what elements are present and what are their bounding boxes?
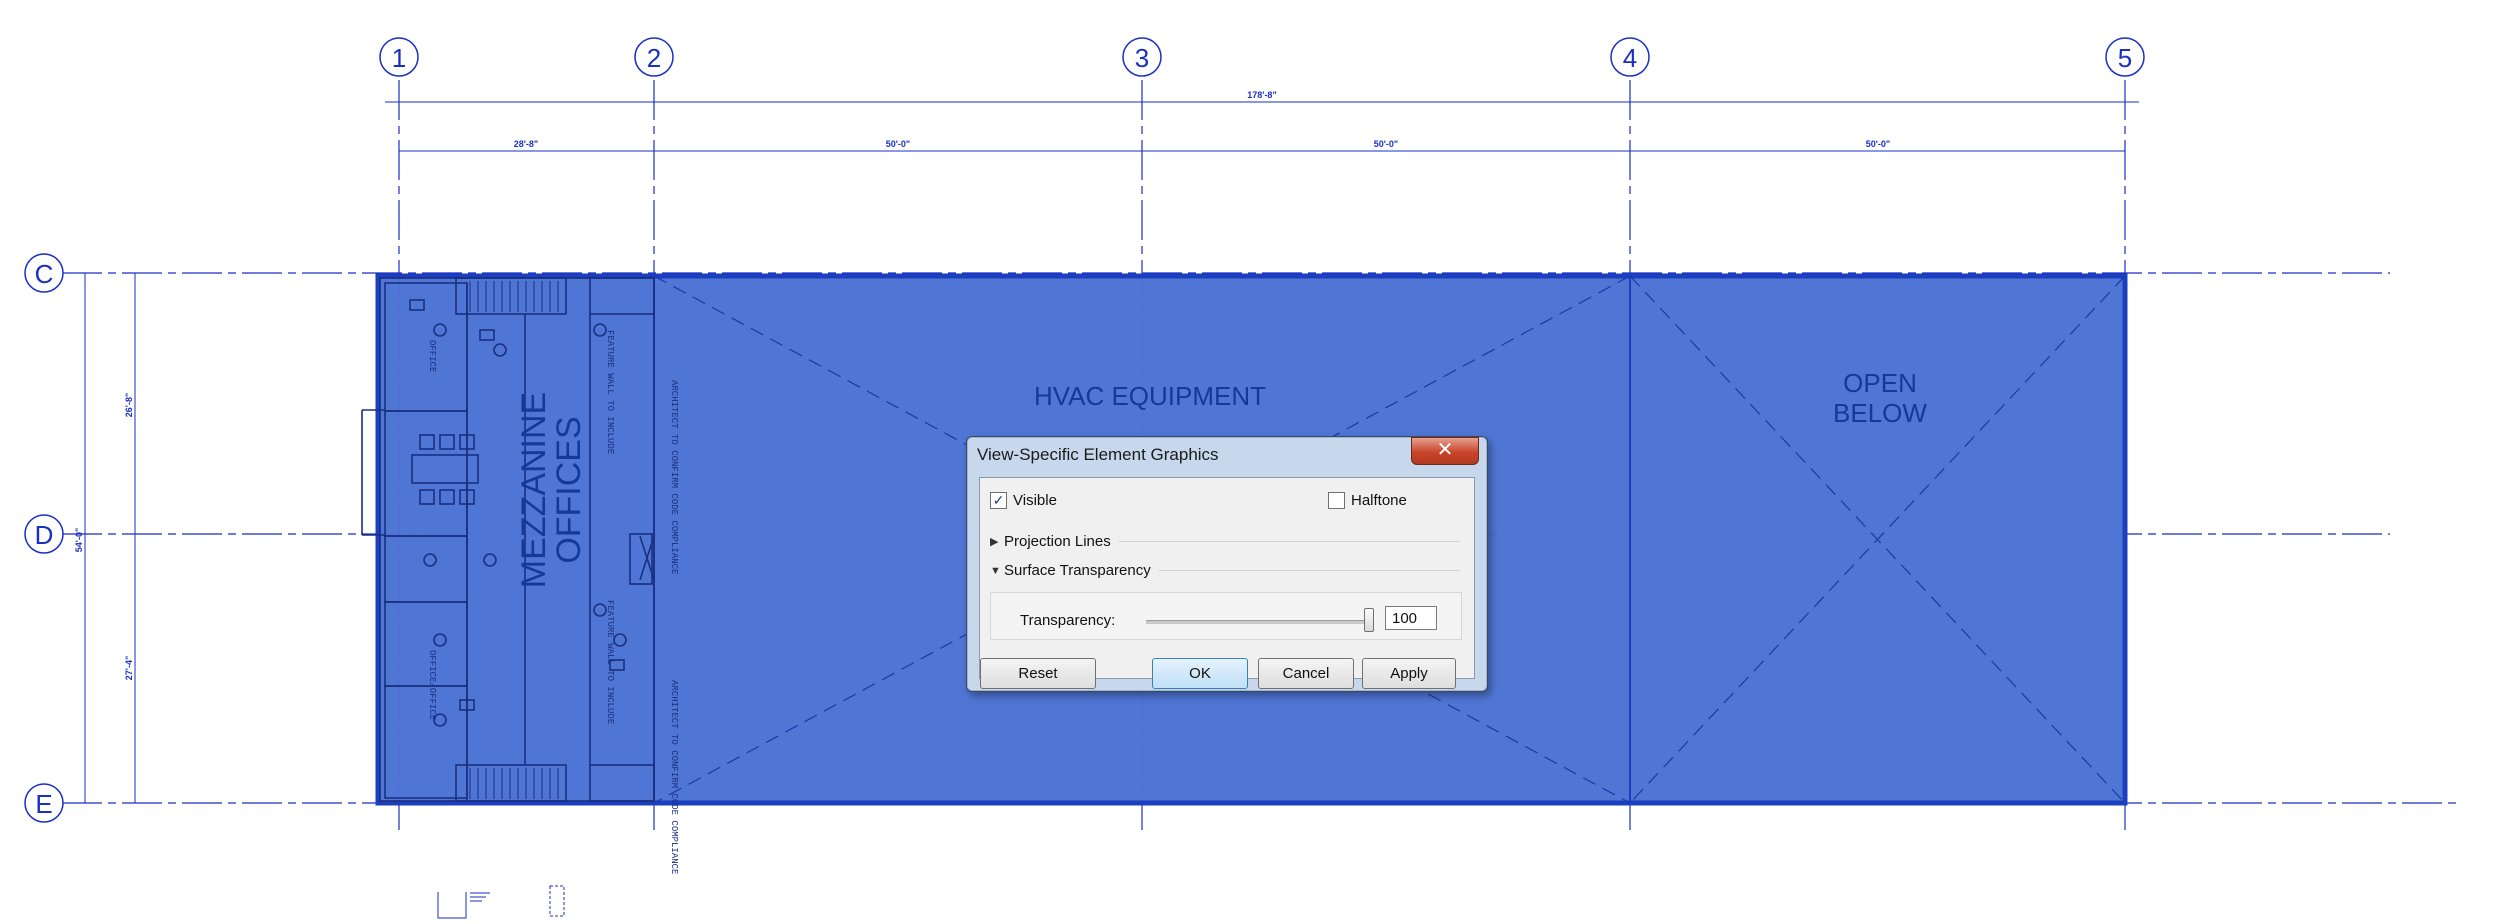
expand-arrow-icon[interactable]: ▶: [990, 535, 1004, 548]
transparency-slider-track[interactable]: [1146, 620, 1370, 624]
bay-dimension-2: 50'-0": [886, 139, 910, 149]
grid-label-c: C: [35, 259, 54, 289]
room-label-hvac: HVAC EQUIPMENT: [1034, 381, 1266, 411]
section-divider: [1158, 570, 1460, 571]
note-compliance-lower: ARCHITECT TO CONFIRM CODE COMPLIANCE: [669, 680, 679, 874]
cancel-button[interactable]: Cancel: [1258, 658, 1354, 689]
view-specific-element-graphics-dialog: View-Specific Element Graphics ✕ ✓ Visib…: [966, 436, 1488, 692]
grid-label-1: 1: [392, 43, 406, 73]
close-button[interactable]: ✕: [1411, 437, 1479, 465]
projection-lines-label: Projection Lines: [1004, 533, 1111, 550]
bay-dimension-4: 50'-0": [1866, 139, 1890, 149]
surface-transparency-section[interactable]: ▼ Surface Transparency: [990, 562, 1460, 579]
grid-label-3: 3: [1135, 43, 1149, 73]
surface-transparency-label: Surface Transparency: [1004, 562, 1151, 579]
overall-dimension-text: 178'-8": [1247, 90, 1276, 100]
visible-checkbox[interactable]: ✓: [990, 492, 1007, 509]
note-feature-wall-lower: FEATURE WALL TO INCLUDE: [605, 600, 615, 724]
ok-button[interactable]: OK: [1152, 658, 1248, 689]
room-label-open-below-2: BELOW: [1833, 398, 1927, 428]
halftone-label: Halftone: [1351, 492, 1407, 509]
dialog-title: View-Specific Element Graphics: [977, 445, 1219, 464]
transparency-label: Transparency:: [1020, 612, 1116, 629]
vertical-dimension-lower-text: 27'-4": [124, 656, 134, 680]
note-office-b: OFFICE/OFFICE: [427, 650, 437, 720]
halftone-checkbox[interactable]: [1328, 492, 1345, 509]
grid-label-5: 5: [2118, 43, 2132, 73]
visible-label: Visible: [1013, 492, 1057, 509]
room-label-mezzanine: MEZZANINE: [515, 392, 553, 588]
reset-button[interactable]: Reset: [980, 658, 1096, 689]
dialog-body: ✓ Visible Halftone ▶ Projection Lines ▼ …: [979, 477, 1475, 689]
note-feature-wall-upper: FEATURE WALL TO INCLUDE: [605, 330, 615, 454]
grid-label-4: 4: [1623, 43, 1637, 73]
grid-label-e: E: [35, 789, 52, 819]
bay-dimension-3: 50'-0": [1374, 139, 1398, 149]
room-label-offices: OFFICES: [550, 416, 588, 563]
vertical-dimension-upper-text: 26'-8": [124, 393, 134, 417]
visible-checkbox-row[interactable]: ✓ Visible: [990, 492, 1057, 509]
collapse-arrow-icon[interactable]: ▼: [990, 565, 1004, 577]
apply-button[interactable]: Apply: [1362, 658, 1456, 689]
grid-label-d: D: [35, 520, 54, 550]
legend-symbols: [437, 885, 565, 919]
note-compliance-upper: ARCHITECT TO CONFIRM CODE COMPLIANCE: [669, 380, 679, 574]
bay-dimension-1: 28'-8": [514, 139, 538, 149]
vertical-dimension-total-text: 54'-0": [74, 528, 84, 552]
transparency-input[interactable]: [1385, 606, 1437, 630]
note-office-a: OFFICE: [427, 340, 437, 372]
grid-label-2: 2: [647, 43, 661, 73]
room-label-open-below-1: OPEN: [1843, 368, 1917, 398]
projection-lines-section[interactable]: ▶ Projection Lines: [990, 533, 1460, 550]
halftone-checkbox-row[interactable]: Halftone: [1328, 492, 1407, 509]
transparency-slider-thumb[interactable]: [1364, 608, 1374, 632]
section-divider: [1118, 541, 1460, 542]
